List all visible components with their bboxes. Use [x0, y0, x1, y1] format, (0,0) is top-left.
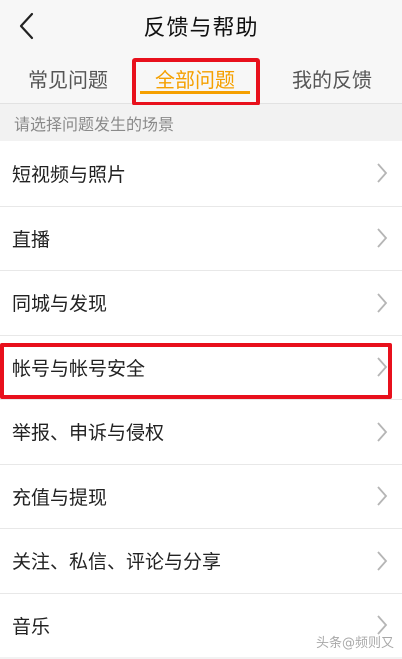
- active-tab-indicator: [140, 91, 250, 94]
- scene-hint: 请选择问题发生的场景: [0, 105, 402, 141]
- list-item-label: 举报、申诉与侵权: [12, 422, 165, 445]
- chevron-right-icon: [377, 228, 388, 248]
- chevron-right-icon: [377, 422, 388, 442]
- tab-my-feedback[interactable]: 我的反馈: [272, 52, 392, 104]
- page-title: 反馈与帮助: [143, 16, 259, 41]
- list-item-follow-message[interactable]: 关注、私信、评论与分享: [0, 528, 402, 593]
- list-item-account-security[interactable]: 帐号与帐号安全: [0, 334, 402, 399]
- chevron-right-icon: [377, 293, 388, 313]
- list-item-label: 音乐: [12, 615, 51, 638]
- list-item-label: 直播: [12, 228, 51, 251]
- nav-header: 反馈与帮助: [0, 0, 402, 52]
- feedback-help-page: 反馈与帮助 常见问题 全部问题 我的反馈 请选择问题发生的场景 短视频与照片 直…: [0, 0, 402, 659]
- list-item-local-discover[interactable]: 同城与发现: [0, 270, 402, 335]
- list-item-recharge-withdraw[interactable]: 充值与提现: [0, 463, 402, 528]
- tab-bar: 常见问题 全部问题 我的反馈: [0, 52, 402, 104]
- chevron-right-icon: [377, 163, 388, 183]
- tab-all-questions[interactable]: 全部问题: [132, 52, 258, 104]
- question-category-list: 短视频与照片 直播 同城与发现 帐号与帐号安全 举报、申诉与侵权 充值与提现 关…: [0, 141, 402, 657]
- back-button[interactable]: [10, 8, 42, 44]
- list-item-label: 短视频与照片: [12, 163, 127, 186]
- tab-common-questions[interactable]: 常见问题: [10, 52, 126, 104]
- list-item-label: 同城与发现: [12, 293, 108, 316]
- list-item-label: 帐号与帐号安全: [12, 357, 146, 380]
- list-item-label: 充值与提现: [12, 486, 108, 509]
- chevron-left-icon: [19, 12, 34, 40]
- list-item-live[interactable]: 直播: [0, 205, 402, 270]
- list-item-report-appeal[interactable]: 举报、申诉与侵权: [0, 399, 402, 464]
- list-item-label: 关注、私信、评论与分享: [12, 551, 222, 574]
- chevron-right-icon: [377, 357, 388, 377]
- list-item-short-video[interactable]: 短视频与照片: [0, 141, 402, 206]
- chevron-right-icon: [377, 486, 388, 506]
- chevron-right-icon: [377, 551, 388, 571]
- watermark: 头条@频则又: [315, 636, 394, 651]
